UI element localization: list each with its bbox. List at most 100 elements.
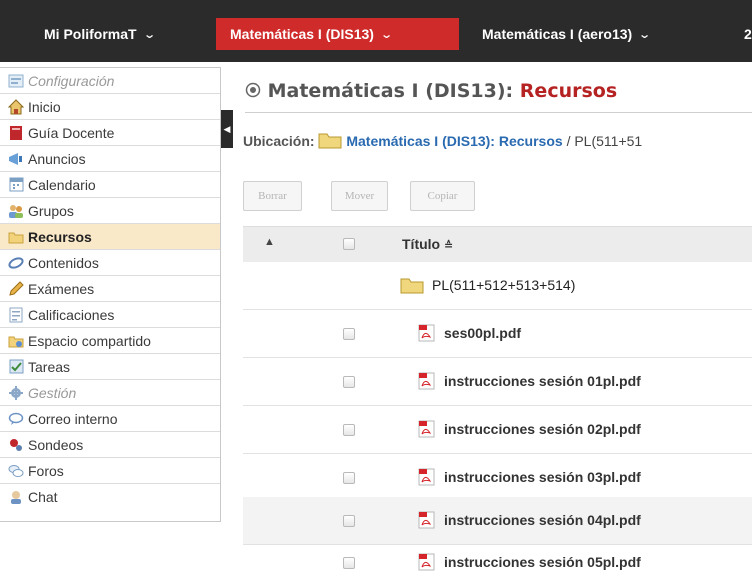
file-link[interactable]: instrucciones sesión 05pl.pdf xyxy=(418,553,641,571)
sidebar-item-label: Foros xyxy=(28,462,64,479)
home-icon xyxy=(8,98,24,115)
file-link[interactable]: instrucciones sesión 04pl.pdf xyxy=(418,511,641,529)
sidebar-item-inicio[interactable]: Inicio xyxy=(0,94,220,120)
sidebar-item-contenidos[interactable]: Contenidos xyxy=(0,250,220,276)
groups-icon xyxy=(8,203,24,219)
breadcrumb-separator: / xyxy=(566,133,571,149)
folder-label: PL(511+512+513+514) xyxy=(432,277,576,293)
sort-icon[interactable]: ▲ xyxy=(264,236,275,248)
page-title: Matemáticas I (DIS13): Recursos xyxy=(245,80,617,102)
title-column-header[interactable]: Título ≙ xyxy=(402,236,453,252)
delete-button[interactable]: Borrar xyxy=(243,181,302,211)
sidebar-item-tareas[interactable]: Tareas xyxy=(0,354,220,380)
file-link[interactable]: ses00pl.pdf xyxy=(418,324,521,342)
folder-icon xyxy=(400,276,424,294)
table-header: ▲ Título ≙ xyxy=(243,226,752,262)
forums-icon xyxy=(8,463,24,479)
folder-icon xyxy=(8,229,24,245)
announcements-icon xyxy=(8,151,24,167)
sidebar-item-calificaciones[interactable]: Calificaciones xyxy=(0,302,220,328)
sidebar-section-configuracion[interactable]: Configuración xyxy=(0,68,220,94)
site-tab-matematicas-dis13[interactable]: Matemáticas I (DIS13) ⌄ xyxy=(216,18,459,50)
row-checkbox[interactable] xyxy=(343,424,355,436)
sidebar-item-label: Anuncios xyxy=(28,150,86,167)
table-row: instrucciones sesión 04pl.pdf xyxy=(243,497,752,545)
sidebar-item-label: Grupos xyxy=(28,202,74,219)
sidebar-item-label: Tareas xyxy=(28,358,71,375)
title-divider xyxy=(245,112,752,113)
settings-icon xyxy=(8,73,24,89)
row-checkbox[interactable] xyxy=(343,515,355,527)
sidebar-item-espacio-compartido[interactable]: Espacio compartido xyxy=(0,328,220,354)
sidebar-item-chat[interactable]: Chat xyxy=(0,484,220,510)
title-header-label: Título xyxy=(402,236,441,252)
breadcrumb-label: Ubicación: xyxy=(243,133,315,149)
sidebar-item-label: Recursos xyxy=(28,228,92,245)
pdf-icon xyxy=(418,372,436,390)
gear-icon xyxy=(8,385,24,401)
sidebar-section-gestion[interactable]: Gestión xyxy=(0,380,220,406)
chat-icon xyxy=(8,489,24,505)
folder-name[interactable]: PL(511+512+513+514) xyxy=(400,276,575,294)
file-name: instrucciones sesión 02pl.pdf xyxy=(444,421,641,437)
file-link[interactable]: instrucciones sesión 03pl.pdf xyxy=(418,468,641,486)
breadcrumb-link-recursos[interactable]: Matemáticas I (DIS13): Recursos xyxy=(346,133,562,149)
chevron-down-icon: ⌄ xyxy=(638,28,652,41)
sidebar-item-label: Exámenes xyxy=(28,280,95,297)
file-link[interactable]: instrucciones sesión 02pl.pdf xyxy=(418,420,641,438)
sidebar-item-sondeos[interactable]: Sondeos xyxy=(0,432,220,458)
breadcrumb: Ubicación: Matemáticas I (DIS13): Recurs… xyxy=(243,131,642,149)
pdf-icon xyxy=(418,420,436,438)
sidebar-item-grupos[interactable]: Grupos xyxy=(0,198,220,224)
chevron-down-icon: ⌄ xyxy=(380,28,394,41)
tasks-icon xyxy=(8,359,24,375)
sidebar-item-label: Guía Docente xyxy=(28,124,115,141)
book-icon xyxy=(8,125,24,141)
top-navigation-bar: Mi PoliformaT ⌄ Matemáticas I (DIS13) ⌄ … xyxy=(0,0,752,62)
table-row: ses00pl.pdf xyxy=(243,310,752,358)
chevron-down-icon: ⌄ xyxy=(142,28,156,41)
collapse-sidebar-toggle[interactable]: ◀ xyxy=(221,110,233,148)
table-row-folder[interactable]: PL(511+512+513+514) xyxy=(243,262,752,310)
site-tab-label: 2 xyxy=(744,26,752,42)
row-checkbox[interactable] xyxy=(343,557,355,569)
sidebar-item-label: Correo interno xyxy=(28,410,118,427)
sidebar-item-label: Contenidos xyxy=(28,254,99,271)
sort-ascending-icon: ≙ xyxy=(444,240,454,252)
copy-button[interactable]: Copiar xyxy=(410,181,475,211)
sidebar-item-label: Calificaciones xyxy=(28,306,115,323)
site-tab-label: Matemáticas I (aero13) xyxy=(482,26,633,42)
folder-icon xyxy=(318,133,346,149)
target-icon xyxy=(245,80,268,102)
sidebar-item-foros[interactable]: Foros xyxy=(0,458,220,484)
file-name: ses00pl.pdf xyxy=(444,325,522,341)
polls-icon xyxy=(8,437,24,453)
sidebar-item-guia-docente[interactable]: Guía Docente xyxy=(0,120,220,146)
sidebar-item-recursos[interactable]: Recursos xyxy=(0,224,220,250)
sidebar-item-calendario[interactable]: Calendario xyxy=(0,172,220,198)
sidebar-item-label: Configuración xyxy=(28,72,115,89)
sidebar-item-label: Gestión xyxy=(28,384,77,401)
row-checkbox[interactable] xyxy=(343,472,355,484)
site-tab-more[interactable]: 2 xyxy=(744,18,752,50)
sidebar-item-correo-interno[interactable]: Correo interno xyxy=(0,406,220,432)
sidebar-item-examenes[interactable]: Exámenes xyxy=(0,276,220,302)
pdf-icon xyxy=(418,553,436,571)
file-name: instrucciones sesión 04pl.pdf xyxy=(444,512,641,528)
page-title-site: Matemáticas I (DIS13): xyxy=(267,80,514,102)
row-checkbox[interactable] xyxy=(343,376,355,388)
sidebar-item-label: Espacio compartido xyxy=(28,332,151,349)
sidebar-item-label: Inicio xyxy=(28,98,61,115)
site-tab-matematicas-aero13[interactable]: Matemáticas I (aero13) ⌄ xyxy=(482,18,652,50)
file-link[interactable]: instrucciones sesión 01pl.pdf xyxy=(418,372,641,390)
site-tab-label: Matemáticas I (DIS13) xyxy=(230,26,374,42)
row-checkbox[interactable] xyxy=(343,328,355,340)
table-row: instrucciones sesión 03pl.pdf xyxy=(243,454,752,502)
sidebar-item-label: Sondeos xyxy=(28,436,84,453)
site-tab-mi-poliformat[interactable]: Mi PoliformaT ⌄ xyxy=(44,18,156,50)
mail-bubble-icon xyxy=(8,411,24,427)
select-all-checkbox[interactable] xyxy=(343,238,355,250)
sidebar-item-anuncios[interactable]: Anuncios xyxy=(0,146,220,172)
file-name: instrucciones sesión 03pl.pdf xyxy=(444,469,641,485)
move-button[interactable]: Mover xyxy=(331,181,388,211)
